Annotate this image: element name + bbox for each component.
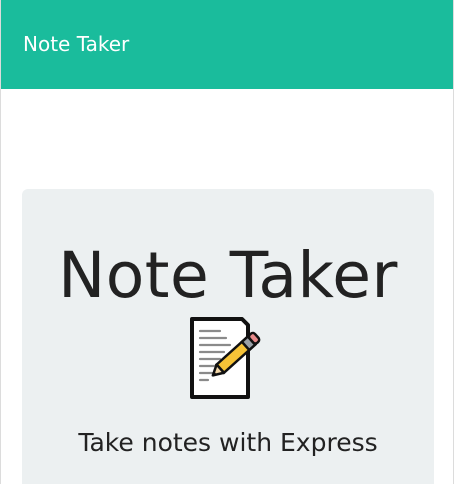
memo-icon bbox=[190, 317, 261, 399]
jumbotron: Note Taker Take notes with Express bbox=[22, 189, 434, 484]
page: Note Taker Note Taker Take notes with Ex… bbox=[0, 0, 454, 484]
navbar-brand-link[interactable]: Note Taker bbox=[23, 31, 129, 57]
page-title: Note Taker bbox=[58, 239, 398, 312]
page-subtitle: Take notes with Express bbox=[78, 428, 378, 457]
navbar: Note Taker bbox=[1, 0, 453, 89]
